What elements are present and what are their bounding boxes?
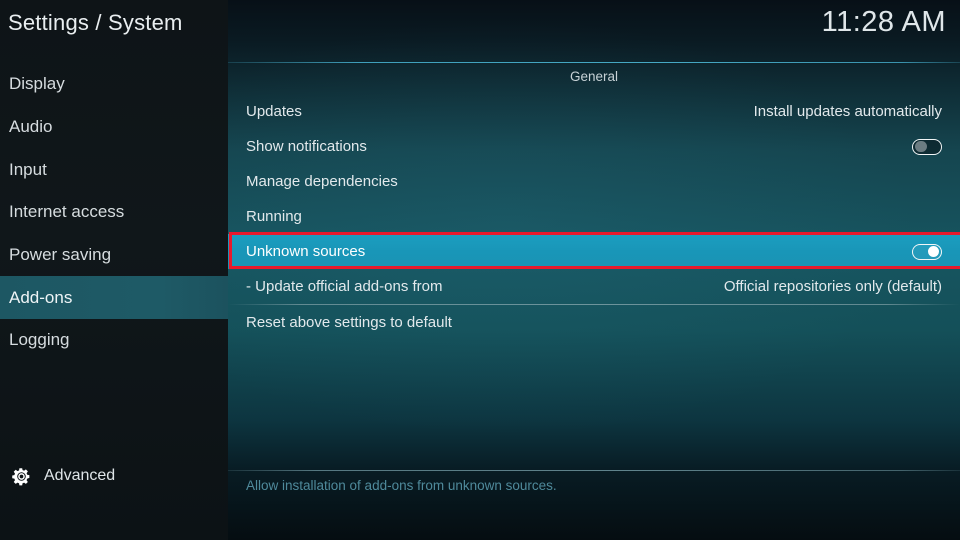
setting-row-label: Show notifications (246, 138, 367, 155)
setting-row-label: Unknown sources (246, 243, 366, 260)
sidebar-item-label: Audio (9, 117, 53, 137)
setting-row-update-official-add-ons-from[interactable]: - Update official add-ons from Official r… (228, 269, 960, 304)
sidebar-item-label: Power saving (9, 245, 112, 265)
setting-row-label: Reset above settings to default (246, 314, 452, 331)
setting-row-show-notifications[interactable]: Show notifications (228, 129, 960, 164)
setting-row-unknown-sources[interactable]: Unknown sources (228, 234, 960, 269)
header-separator (228, 62, 960, 63)
footer-separator (228, 470, 960, 471)
setting-row-running[interactable]: Running (228, 199, 960, 234)
setting-row-label: Updates (246, 103, 302, 120)
sidebar-item-label: Logging (9, 330, 70, 350)
sidebar-nav-list: Display Audio Input Internet access Power sa… (0, 63, 228, 362)
setting-row-updates[interactable]: Updates Install updates automatically (228, 94, 960, 129)
setting-row-label: - Update official add-ons from (246, 278, 443, 295)
kodi-settings-screen: Settings / System Display Audio Input Inter… (0, 0, 960, 540)
setting-row-value: Install updates automatically (753, 103, 942, 120)
sidebar-advanced-label: Advanced (44, 467, 116, 484)
sidebar: Settings / System Display Audio Input Inter… (0, 0, 228, 540)
setting-row-manage-dependencies[interactable]: Manage dependencies (228, 164, 960, 199)
gear-icon (11, 466, 32, 487)
clock: 11:28 AM (821, 6, 946, 38)
page-title: Settings / System (8, 10, 183, 35)
toggle-knob (915, 140, 927, 153)
setting-row-value: Official repositories only (default) (723, 278, 942, 295)
settings-list: Updates Install updates automatically Show… (228, 94, 960, 340)
sidebar-item-add-ons[interactable]: Add-ons (0, 276, 228, 320)
sidebar-item-display[interactable]: Display (0, 63, 228, 106)
sidebar-item-internet-access[interactable]: Internet access (0, 191, 228, 234)
setting-row-label: Manage dependencies (246, 173, 398, 190)
sidebar-item-logging[interactable]: Logging (0, 319, 228, 362)
sidebar-item-audio[interactable]: Audio (0, 106, 228, 149)
sidebar-item-label: Input (9, 159, 47, 179)
sidebar-item-input[interactable]: Input (0, 148, 228, 191)
setting-description: Allow installation of add-ons from unkno… (246, 478, 557, 493)
sidebar-item-label: Add-ons (9, 287, 73, 307)
setting-toggle-on[interactable] (912, 243, 942, 260)
sidebar-item-power-saving[interactable]: Power saving (0, 234, 228, 277)
sidebar-item-label: Internet access (9, 202, 125, 222)
setting-row-reset-above-settings-to-default[interactable]: Reset above settings to default (228, 305, 960, 340)
sidebar-item-advanced[interactable]: Advanced (0, 460, 228, 492)
setting-toggle-off[interactable] (912, 138, 942, 155)
sidebar-item-label: Display (9, 74, 65, 94)
category-header: General (569, 69, 619, 84)
toggle-knob (927, 245, 939, 258)
setting-row-label: Running (246, 208, 302, 225)
